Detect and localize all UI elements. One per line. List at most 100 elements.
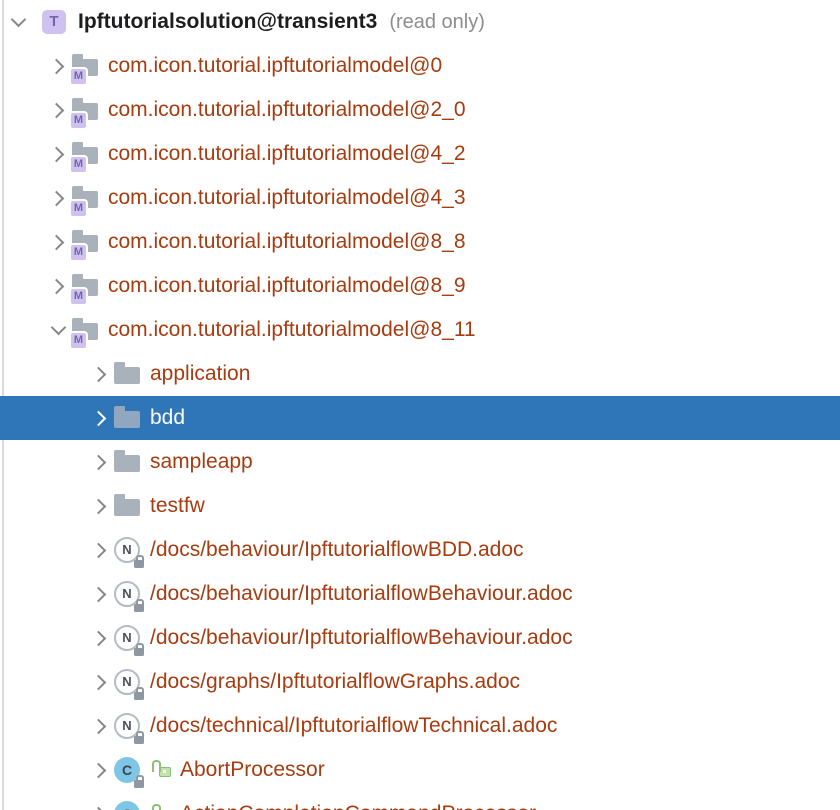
lock-badge-icon	[134, 604, 144, 612]
tree-row-model-8-9[interactable]: M com.icon.tutorial.ipftutorialmodel@8_9	[0, 264, 840, 308]
chevron-right-icon[interactable]	[88, 494, 112, 518]
tree-item-label: /docs/technical/IpftutorialflowTechnical…	[150, 714, 557, 738]
tree-row-model-4-2[interactable]: M com.icon.tutorial.ipftutorialmodel@4_2	[0, 132, 840, 176]
tree-row-doc-bdd-adoc[interactable]: N /docs/behaviour/IpftutorialflowBDD.ado…	[0, 528, 840, 572]
tree-item-label: com.icon.tutorial.ipftutorialmodel@8_11	[108, 318, 476, 342]
tree-row-solution[interactable]: T Ipftutorialsolution@transient3 (read o…	[0, 0, 840, 44]
chevron-right-icon[interactable]	[88, 802, 112, 810]
model-badge-icon: M	[71, 289, 86, 304]
document-node-icon: N	[114, 625, 141, 652]
model-icon: M	[72, 273, 99, 300]
tree-item-label: com.icon.tutorial.ipftutorialmodel@8_9	[108, 274, 466, 298]
tree-item-label: ActionCompletionCommandProcessor	[180, 802, 536, 810]
project-tree-panel: T Ipftutorialsolution@transient3 (read o…	[0, 0, 840, 810]
folder-icon	[114, 405, 141, 432]
chevron-right-icon[interactable]	[88, 626, 112, 650]
tree-row-doc-graphs-adoc[interactable]: N /docs/graphs/IpftutorialflowGraphs.ado…	[0, 660, 840, 704]
tree-item-label: com.icon.tutorial.ipftutorialmodel@4_2	[108, 142, 466, 166]
model-icon: M	[72, 53, 99, 80]
model-icon: M	[72, 229, 99, 256]
tree-item-label: AbortProcessor	[180, 758, 325, 782]
chevron-right-icon[interactable]	[46, 54, 70, 78]
chevron-right-icon[interactable]	[46, 230, 70, 254]
tree-row-folder-testfw[interactable]: testfw	[0, 484, 840, 528]
tree-item-label: Ipftutorialsolution@transient3	[78, 10, 377, 34]
open-lock-shape	[159, 767, 171, 777]
tree-row-model-8-11[interactable]: M com.icon.tutorial.ipftutorialmodel@8_1…	[0, 308, 840, 352]
tree-row-folder-bdd[interactable]: bdd	[0, 396, 840, 440]
chevron-right-icon[interactable]	[88, 582, 112, 606]
chevron-right-icon[interactable]	[46, 274, 70, 298]
read-only-badge: (read only)	[389, 11, 485, 34]
solution-icon: T	[42, 9, 69, 36]
tree-item-label: application	[150, 362, 250, 386]
chevron-right-icon[interactable]	[46, 98, 70, 122]
chevron-down-icon[interactable]	[46, 318, 70, 342]
folder-icon	[114, 493, 141, 520]
tree-item-label: bdd	[150, 406, 185, 430]
tree-item-label: /docs/behaviour/IpftutorialflowBehaviour…	[150, 582, 573, 606]
model-badge-icon: M	[71, 157, 86, 172]
lock-badge-icon	[134, 560, 144, 568]
chevron-right-icon[interactable]	[88, 758, 112, 782]
tree-item-label: /docs/behaviour/IpftutorialflowBDD.adoc	[150, 538, 524, 562]
tree-item-label: /docs/graphs/IpftutorialflowGraphs.adoc	[150, 670, 520, 694]
document-node-icon: N	[114, 537, 141, 564]
chevron-right-icon[interactable]	[88, 670, 112, 694]
tree-row-folder-application[interactable]: application	[0, 352, 840, 396]
tree-row-model-4-3[interactable]: M com.icon.tutorial.ipftutorialmodel@4_3	[0, 176, 840, 220]
chevron-right-icon[interactable]	[88, 450, 112, 474]
model-badge-icon: M	[71, 245, 86, 260]
folder-icon	[114, 361, 141, 388]
folder-shape	[114, 499, 140, 516]
concept-node-icon: C	[114, 757, 141, 784]
tree-row-doc-technical-adoc[interactable]: N /docs/technical/IpftutorialflowTechnic…	[0, 704, 840, 748]
folder-shape	[114, 455, 140, 472]
model-badge-icon: M	[71, 333, 86, 348]
tree-item-label: testfw	[150, 494, 205, 518]
model-badge-icon: M	[71, 113, 86, 128]
tree-row-model-2-0[interactable]: M com.icon.tutorial.ipftutorialmodel@2_0	[0, 88, 840, 132]
tree-row-class-actioncompletion[interactable]: C ActionCompletionCommandProcessor	[0, 792, 840, 810]
lock-badge-icon	[134, 736, 144, 744]
tree-row-model-8-8[interactable]: M com.icon.tutorial.ipftutorialmodel@8_8	[0, 220, 840, 264]
concept-letter: C	[114, 801, 140, 810]
tree-item-label: com.icon.tutorial.ipftutorialmodel@0	[108, 54, 442, 78]
tree-row-doc-behaviour-adoc[interactable]: N /docs/behaviour/IpftutorialflowBehavio…	[0, 572, 840, 616]
model-icon: M	[72, 317, 99, 344]
chevron-down-icon[interactable]	[6, 10, 30, 34]
chevron-right-icon[interactable]	[88, 406, 112, 430]
model-icon: M	[72, 185, 99, 212]
tree-row-model-0[interactable]: M com.icon.tutorial.ipftutorialmodel@0	[0, 44, 840, 88]
tree-item-label: sampleapp	[150, 450, 253, 474]
folder-shape	[114, 367, 140, 384]
unlocked-icon	[152, 758, 172, 782]
solution-letter: T	[42, 10, 66, 34]
tree-row-doc-behaviour-adoc-2[interactable]: N /docs/behaviour/IpftutorialflowBehavio…	[0, 616, 840, 660]
chevron-right-icon[interactable]	[88, 714, 112, 738]
tree-row-class-abortprocessor[interactable]: C AbortProcessor	[0, 748, 840, 792]
chevron-right-icon[interactable]	[88, 538, 112, 562]
model-icon: M	[72, 97, 99, 124]
lock-badge-icon	[134, 648, 144, 656]
tree-item-label: com.icon.tutorial.ipftutorialmodel@4_3	[108, 186, 466, 210]
model-icon: M	[72, 141, 99, 168]
folder-shape	[114, 411, 140, 428]
tree-item-label: com.icon.tutorial.ipftutorialmodel@8_8	[108, 230, 466, 254]
lock-badge-icon	[134, 780, 144, 788]
model-badge-icon: M	[71, 201, 86, 216]
document-node-icon: N	[114, 669, 141, 696]
chevron-right-icon[interactable]	[46, 142, 70, 166]
chevron-right-icon[interactable]	[46, 186, 70, 210]
tree-item-label: /docs/behaviour/IpftutorialflowBehaviour…	[150, 626, 573, 650]
folder-icon	[114, 449, 141, 476]
model-badge-icon: M	[71, 69, 86, 84]
tree-row-folder-sampleapp[interactable]: sampleapp	[0, 440, 840, 484]
chevron-right-icon[interactable]	[88, 362, 112, 386]
concept-node-icon: C	[114, 801, 141, 810]
unlocked-icon	[152, 802, 172, 810]
tree-item-label: com.icon.tutorial.ipftutorialmodel@2_0	[108, 98, 466, 122]
document-node-icon: N	[114, 581, 141, 608]
lock-badge-icon	[134, 692, 144, 700]
document-node-icon: N	[114, 713, 141, 740]
